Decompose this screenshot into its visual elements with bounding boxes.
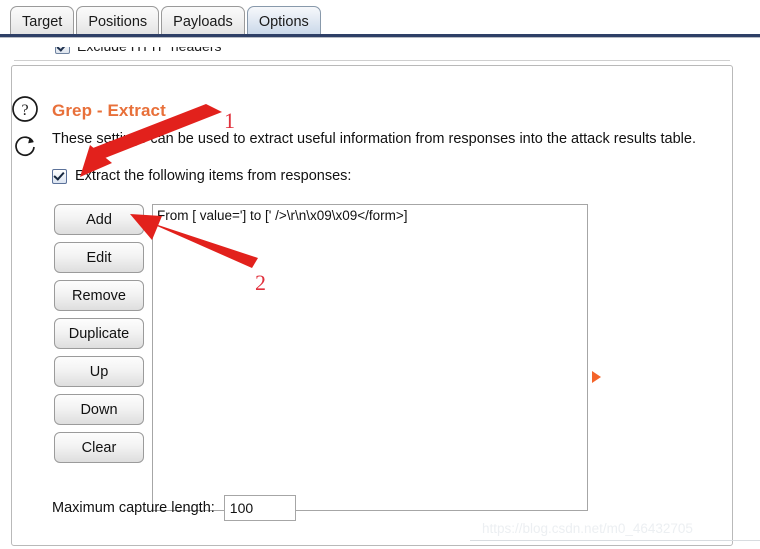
tab-bar: Target Positions Payloads Options [0,0,760,36]
up-button-label: Up [89,363,109,380]
add-button-label: Add [86,211,112,228]
duplicate-button-label: Duplicate [68,325,130,342]
question-circle-icon[interactable]: ? [11,95,39,123]
section-separator [14,60,730,61]
tab-target-label: Target [22,13,63,30]
grep-extract-button-column: Add Edit Remove Duplicate Up Down Clear [54,204,144,463]
remove-button[interactable]: Remove [54,280,144,311]
remove-button-label: Remove [72,287,126,304]
clear-button[interactable]: Clear [54,432,144,463]
section-description: These settings can be used to extract us… [52,131,696,147]
tab-target[interactable]: Target [10,6,75,36]
extract-items-checkbox[interactable] [52,168,67,184]
tab-positions-label: Positions [88,13,148,30]
list-item[interactable]: From [ value='] to [' />\r\n\x09\x09</fo… [153,205,587,223]
max-capture-length-label: Maximum capture length: [52,500,215,516]
page-title: Grep - Extract [52,101,166,120]
extract-items-checkbox-row[interactable]: Extract the following items from respons… [52,168,351,184]
max-capture-length-input[interactable]: 100 [223,495,296,521]
duplicate-button[interactable]: Duplicate [54,318,144,349]
tab-payloads-label: Payloads [173,13,233,30]
extract-items-list[interactable]: From [ value='] to [' />\r\n\x09\x09</fo… [152,204,588,511]
down-button-label: Down [80,401,118,418]
clear-button-label: Clear [81,439,117,456]
options-scroll-content[interactable]: Exclude HTTP headers ? Grep - Extract Th… [0,38,760,549]
edit-button[interactable]: Edit [54,242,144,273]
tab-options-label: Options [258,13,309,30]
refresh-circular-arrow-icon[interactable] [12,132,40,160]
extract-items-label: Extract the following items from respons… [75,168,352,184]
edit-button-label: Edit [86,249,112,266]
max-capture-length-row: Maximum capture length: 100 [52,495,296,521]
svg-text:?: ? [21,102,28,119]
max-capture-length-value: 100 [229,500,254,516]
bottom-rule [470,540,760,541]
tab-positions[interactable]: Positions [76,6,160,36]
up-button[interactable]: Up [54,356,144,387]
add-button[interactable]: Add [54,204,144,235]
watermark-text: https://blog.csdn.net/m0_46432705 [482,521,693,536]
tab-options[interactable]: Options [246,6,321,36]
scroll-clip-mask [0,38,760,47]
tab-payloads[interactable]: Payloads [161,6,245,36]
down-button[interactable]: Down [54,394,144,425]
orange-right-triangle-icon [592,371,601,383]
